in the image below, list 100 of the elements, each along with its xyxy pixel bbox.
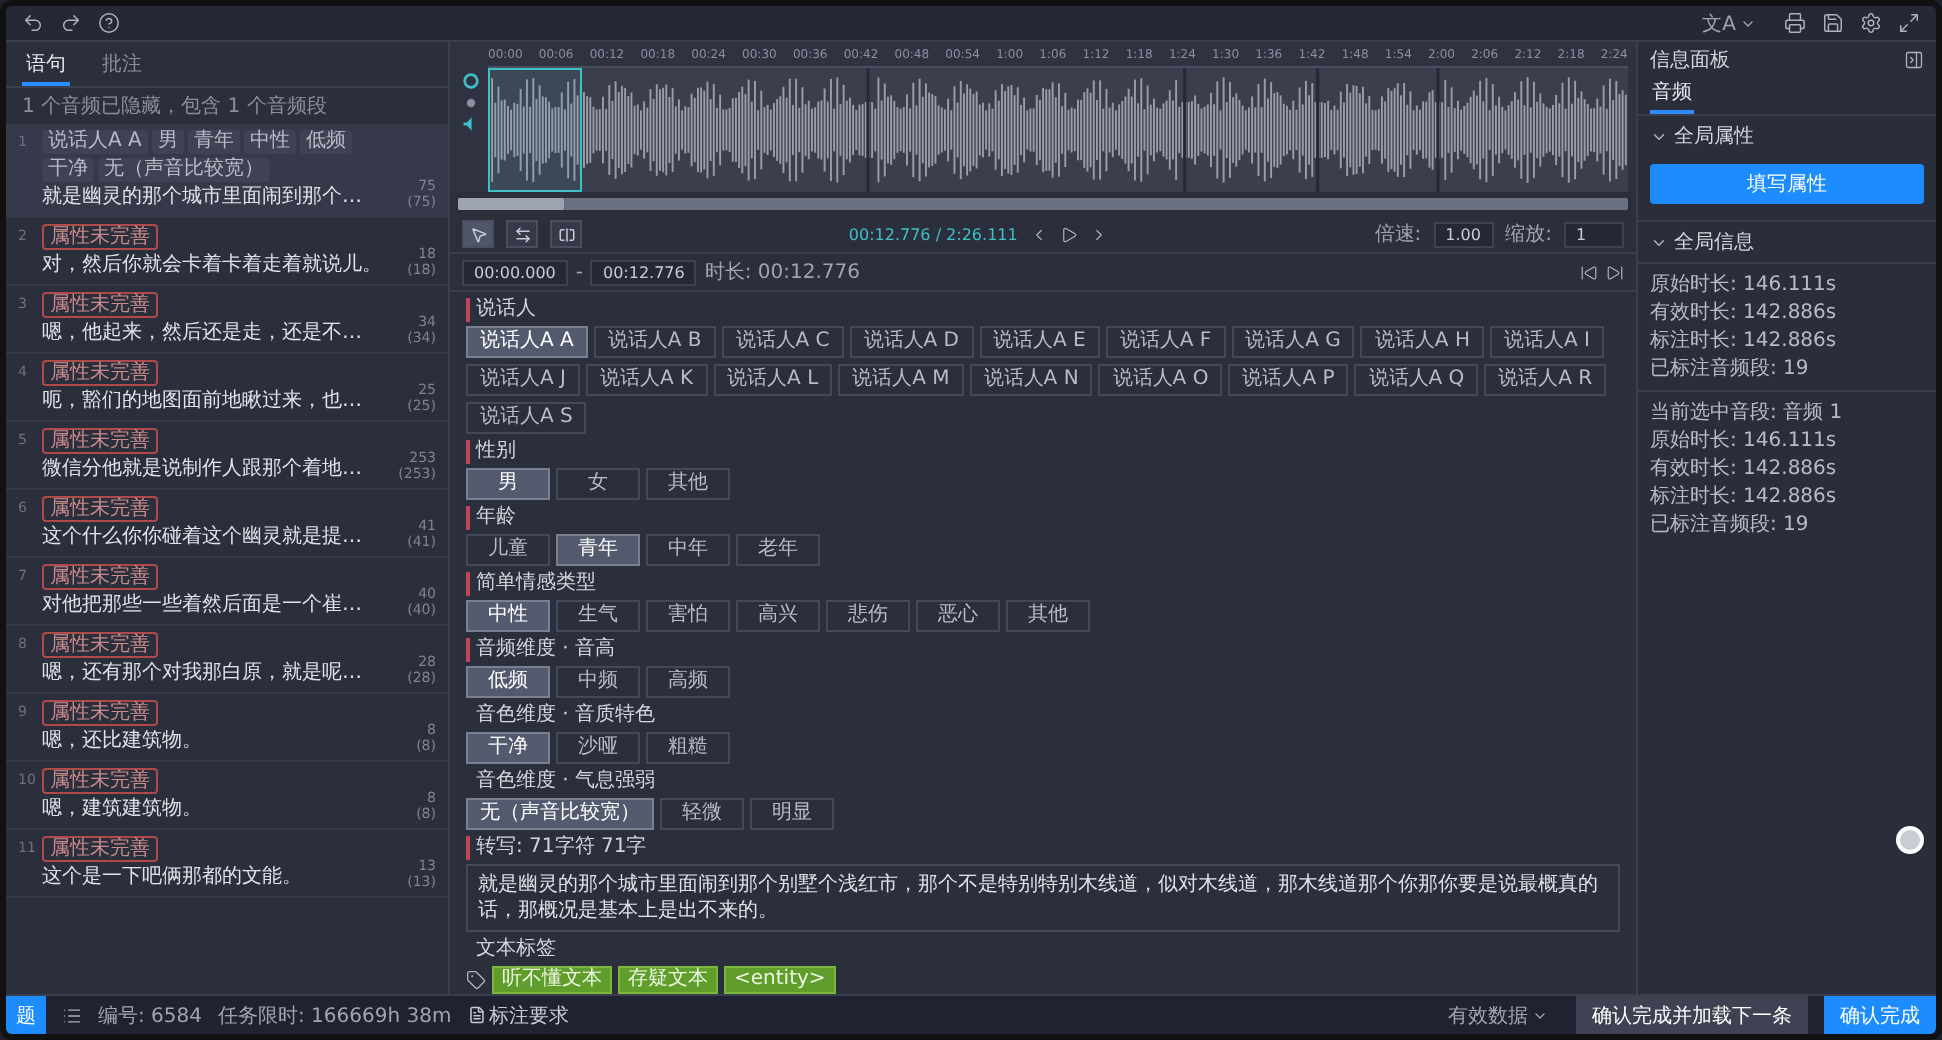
option-button[interactable]: 低频 (466, 666, 550, 698)
option-button[interactable]: 悲伤 (826, 600, 910, 632)
option-button[interactable]: 说话人A M (838, 364, 964, 396)
zoom-field[interactable]: 1 (1564, 221, 1624, 247)
option-button[interactable]: 说话人A G (1231, 326, 1355, 358)
option-button[interactable]: 粗糙 (646, 732, 730, 764)
play-icon[interactable] (1059, 225, 1078, 243)
pointer-tool-button[interactable] (462, 220, 494, 248)
option-button[interactable]: 沙哑 (556, 732, 640, 764)
selected-region[interactable] (488, 68, 583, 192)
field-label: 简单情感类型 (466, 572, 1620, 596)
option-button[interactable]: 中性 (466, 600, 550, 632)
start-time-field[interactable]: 00:00.000 (462, 259, 568, 285)
option-button[interactable]: 高频 (646, 666, 730, 698)
requirements-link[interactable]: 标注要求 (467, 1001, 570, 1029)
time-limit: 任务限时: 166669h 38m (218, 1003, 452, 1029)
option-button[interactable]: 说话人A N (969, 364, 1093, 396)
valid-data-dropdown[interactable]: 有效数据 (1436, 999, 1560, 1031)
option-button[interactable]: 生气 (556, 600, 640, 632)
settings-icon[interactable] (1860, 12, 1882, 34)
option-button[interactable]: 说话人A K (585, 364, 708, 396)
status-tag: 属性未完善 (42, 360, 158, 386)
option-button[interactable]: 说话人A I (1489, 326, 1604, 358)
volume-knob-icon[interactable] (461, 72, 479, 90)
panel-tab[interactable]: 音频 (1650, 78, 1694, 114)
tag-icon[interactable] (466, 970, 486, 990)
status-tag: 属性未完善 (42, 836, 158, 862)
attribute-tag: 中性 (243, 130, 296, 154)
sentence-text: 对，然后你就会卡着卡着走着就说儿。 (42, 254, 382, 278)
option-button[interactable]: 说话人A C (721, 326, 844, 358)
stat-text: 有效时长: 142.886s (1650, 456, 1839, 482)
skip-back-icon[interactable] (1580, 263, 1598, 281)
redo-icon[interactable] (60, 12, 82, 34)
status-tag: 属性未完善 (42, 496, 158, 522)
split-tool-button[interactable] (550, 220, 582, 248)
sentence-text: 这个是一下吧俩那都的文能。 (42, 866, 302, 890)
dot-icon[interactable] (465, 98, 475, 108)
status-tag: 属性未完善 (42, 700, 158, 726)
collapse-panel-icon[interactable] (1904, 50, 1924, 70)
option-button[interactable]: 中频 (556, 666, 640, 698)
option-button[interactable]: 恶心 (916, 600, 1000, 632)
option-button[interactable]: 说话人A Q (1354, 364, 1479, 396)
stat-text: 原始时长: 146.111s (1650, 272, 1839, 298)
option-button[interactable]: 说话人A R (1484, 364, 1607, 396)
end-time-field[interactable]: 00:12.776 (590, 259, 697, 285)
option-button[interactable]: 老年 (736, 534, 820, 566)
printer-icon[interactable] (1784, 12, 1806, 34)
speed-field[interactable]: 1.00 (1433, 221, 1494, 247)
confirm-next-button[interactable]: 确认完成并加载下一条 (1576, 996, 1808, 1034)
option-button[interactable]: 说话人A A (466, 326, 588, 358)
option-button[interactable]: 说话人A P (1228, 364, 1349, 396)
option-button[interactable]: 其他 (646, 468, 730, 500)
arrows-tool-button[interactable] (506, 220, 538, 248)
language-selector[interactable]: 文A (1690, 7, 1768, 39)
option-button[interactable]: 说话人A L (713, 364, 833, 396)
question-badge: 题 (6, 996, 46, 1034)
sentence-text: 微信分他就是说制作人跟那个着地… (42, 458, 362, 482)
option-button[interactable]: 其他 (1006, 600, 1090, 632)
option-button[interactable]: 说话人A E (979, 326, 1100, 358)
save-icon[interactable] (1822, 12, 1844, 34)
option-button[interactable]: 干净 (466, 732, 550, 764)
option-button[interactable]: 说话人A H (1360, 326, 1484, 358)
option-button[interactable]: 说话人A J (466, 364, 580, 396)
help-icon[interactable] (98, 12, 120, 34)
status-tag: 属性未完善 (42, 292, 158, 318)
speaker-icon[interactable] (462, 116, 478, 132)
duration-text: 时长: 00:12.776 (704, 259, 860, 286)
option-button[interactable]: 无（声音比较宽） (466, 798, 654, 830)
option-button[interactable]: 说话人A D (849, 326, 974, 358)
undo-icon[interactable] (22, 12, 44, 34)
list-icon[interactable] (62, 1005, 82, 1025)
option-button[interactable]: 说话人A B (593, 326, 716, 358)
transcription-field[interactable]: 就是幽灵的那个城市里面闹到那个别墅个浅红市，那个不是特别特别木线道，似对木线道，那木线道那个你那你要是说最概真的话，那概况是基本上是出不来的。 (466, 864, 1620, 932)
option-button[interactable]: 中年 (646, 534, 730, 566)
option-button[interactable]: 轻微 (660, 798, 744, 830)
option-button[interactable]: 说话人A F (1105, 326, 1226, 358)
status-tag: 属性未完善 (42, 428, 158, 454)
option-button[interactable]: 儿童 (466, 534, 550, 566)
skip-forward-icon[interactable] (1606, 263, 1624, 281)
option-button[interactable]: 说话人A S (466, 402, 587, 434)
field-label: 音色维度 · 音质特色 (474, 704, 658, 728)
avatar-circle[interactable] (1896, 826, 1924, 854)
panel-tab[interactable]: 语句 (22, 48, 70, 86)
option-button[interactable]: 害怕 (646, 600, 730, 632)
section-title: 全局信息 (1674, 229, 1754, 256)
stat-text: 标注时长: 142.886s (1650, 328, 1839, 354)
sentence-text: 嗯，还比建筑物。 (42, 730, 202, 754)
option-button[interactable]: 明显 (750, 798, 834, 830)
item-id: 编号: 6584 (98, 1003, 202, 1029)
panel-tab[interactable]: 批注 (98, 48, 146, 86)
option-button[interactable]: 女 (556, 468, 640, 500)
option-button[interactable]: 高兴 (736, 600, 820, 632)
field-label: 说话人 (466, 298, 1620, 322)
timeline-scrollbar[interactable] (458, 198, 1628, 210)
option-button[interactable]: 男 (466, 468, 550, 500)
option-button[interactable]: 青年 (556, 534, 640, 566)
status-tag: 属性未完善 (42, 632, 158, 658)
expand-icon[interactable] (1898, 12, 1920, 34)
status-tag: 属性未完善 (42, 768, 158, 794)
option-button[interactable]: 说话人A O (1098, 364, 1223, 396)
